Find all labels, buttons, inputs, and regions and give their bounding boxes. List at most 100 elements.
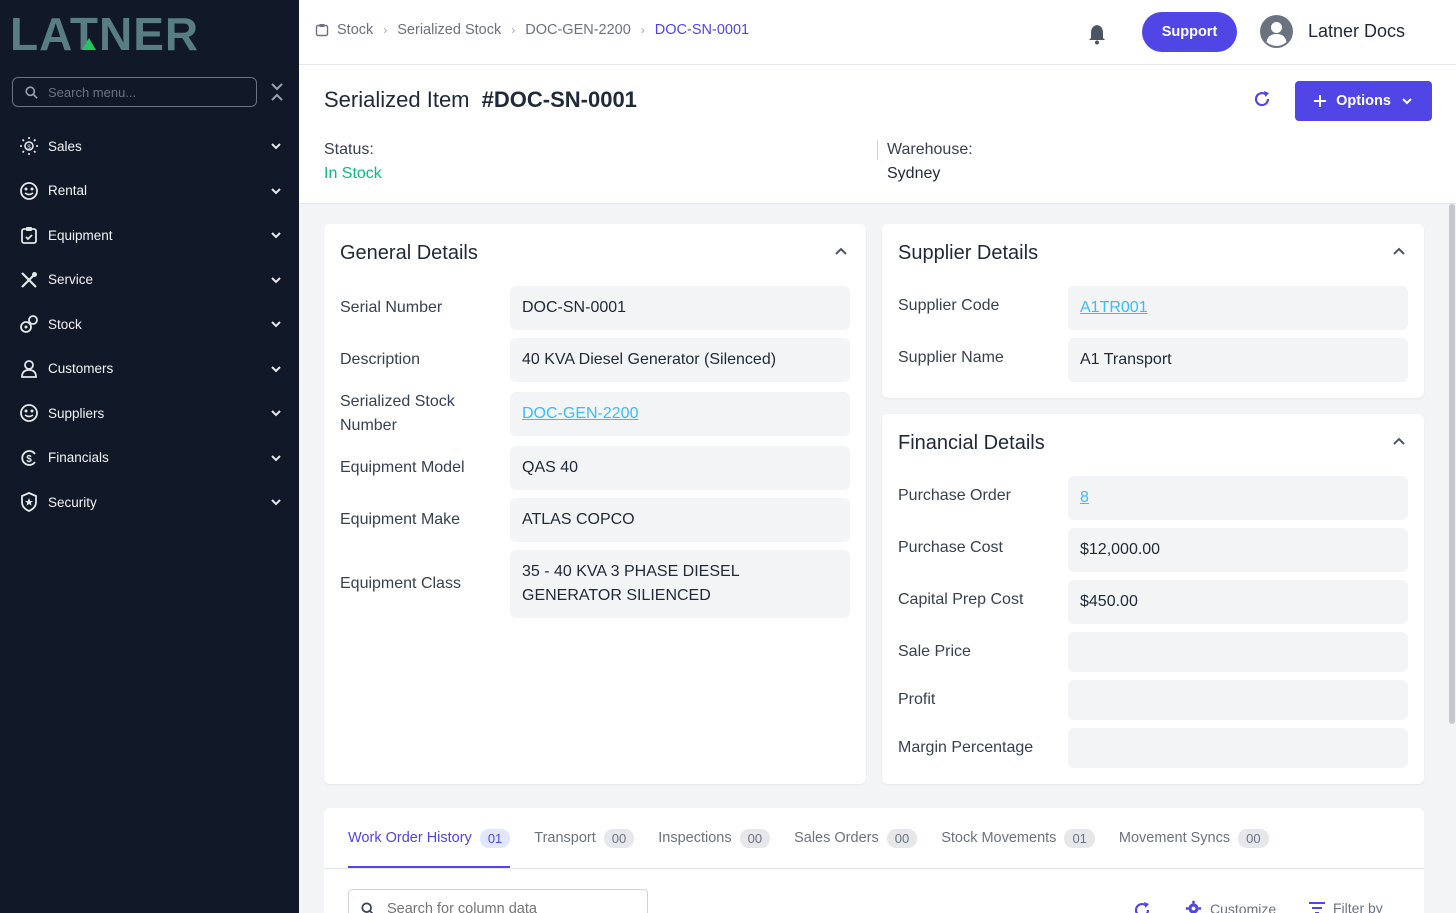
- breadcrumb-stock[interactable]: Stock: [337, 22, 373, 38]
- tab-movement-syncs[interactable]: Movement Syncs 00: [1119, 808, 1269, 868]
- field-label: Purchase Order: [898, 487, 1011, 504]
- capital-prep-cost-value: $450.00: [1068, 580, 1408, 624]
- sidebar-item-equipment[interactable]: Equipment: [0, 213, 299, 258]
- warehouse-block: Warehouse: Sydney: [887, 141, 973, 183]
- user-name[interactable]: Latner Docs: [1308, 21, 1405, 42]
- purchase-order-link[interactable]: 8: [1080, 486, 1089, 510]
- plus-icon: [1314, 95, 1327, 107]
- chevron-down-icon: [1402, 98, 1412, 105]
- refresh-icon[interactable]: [1132, 900, 1152, 913]
- equipment-model-value: QAS 40: [510, 446, 850, 490]
- breadcrumb-stock-item[interactable]: DOC-GEN-2200: [525, 22, 631, 38]
- options-button[interactable]: Options: [1295, 81, 1432, 121]
- sidebar-item-sales[interactable]: $ Sales: [0, 124, 299, 169]
- general-details-card: General Details Serial Number DOC-SN-000…: [324, 224, 866, 784]
- chevron-right-icon: ›: [511, 23, 516, 37]
- sale-price-value: [1068, 632, 1408, 672]
- supplier-name-value: A1 Transport: [1068, 338, 1408, 382]
- menu-search[interactable]: [12, 77, 257, 107]
- tab-transport[interactable]: Transport 00: [534, 808, 635, 868]
- tab-work-order-history[interactable]: Work Order History 01: [348, 808, 511, 868]
- page-title: Serialized Item #DOC-SN-0001: [324, 87, 637, 113]
- collapse-sidebar-icon[interactable]: [268, 82, 286, 102]
- column-search-input[interactable]: [387, 901, 637, 913]
- sidebar-item-label: Service: [48, 272, 94, 288]
- options-label: Options: [1336, 93, 1391, 109]
- field-label: Equipment Make: [340, 511, 461, 528]
- chevron-up-icon[interactable]: [1392, 244, 1406, 258]
- chevron-down-icon: [271, 232, 281, 239]
- bell-icon[interactable]: [1086, 23, 1108, 45]
- chevron-up-icon[interactable]: [834, 244, 848, 258]
- sidebar-item-suppliers[interactable]: Suppliers: [0, 391, 299, 436]
- breadcrumb: Stock › Serialized Stock › DOC-GEN-2200 …: [315, 22, 749, 38]
- field-label: Supplier Code: [898, 297, 1000, 314]
- latner-logo[interactable]: LATNER: [10, 8, 280, 60]
- tab-label: Sales Orders: [794, 830, 879, 846]
- chevron-down-icon: [271, 410, 281, 417]
- tab-inspections[interactable]: Inspections 00: [658, 808, 771, 868]
- chevron-down-icon: [271, 188, 281, 195]
- search-icon: [25, 85, 38, 99]
- column-search[interactable]: [348, 889, 648, 913]
- sidebar-item-stock[interactable]: Stock: [0, 302, 299, 347]
- sidebar-item-financials[interactable]: $ Financials: [0, 436, 299, 481]
- topbar: Stock › Serialized Stock › DOC-GEN-2200 …: [299, 0, 1456, 65]
- card-title: Financial Details: [898, 432, 1045, 454]
- sidebar-item-label: Financials: [48, 450, 109, 466]
- field-label: Purchase Cost: [898, 539, 1003, 556]
- sidebar-item-label: Rental: [48, 183, 88, 199]
- service-icon: [18, 269, 40, 291]
- sidebar-item-security[interactable]: Security: [0, 480, 299, 525]
- sidebar-item-label: Sales: [48, 138, 82, 154]
- card-title: General Details: [340, 242, 478, 264]
- refresh-icon[interactable]: [1252, 89, 1274, 111]
- chevron-down-icon: [271, 366, 281, 373]
- divider: [324, 868, 1424, 869]
- serialized-stock-number-link[interactable]: DOC-GEN-2200: [522, 402, 638, 426]
- tab-label: Transport: [534, 830, 596, 846]
- page-header: Serialized Item #DOC-SN-0001 Options Sta…: [299, 65, 1456, 204]
- margin-percentage-value: [1068, 728, 1408, 768]
- field-label: Equipment Class: [340, 575, 461, 592]
- supplier-details-card: Supplier Details Supplier Code A1TR001 S…: [882, 224, 1424, 398]
- serial-number-value: DOC-SN-0001: [510, 286, 850, 330]
- avatar[interactable]: [1260, 15, 1293, 48]
- chevron-up-icon[interactable]: [1392, 434, 1406, 448]
- chevron-down-icon: [271, 277, 281, 284]
- divider: [877, 140, 878, 160]
- description-value: 40 KVA Diesel Generator (Silenced): [510, 338, 850, 382]
- shield-icon: [18, 491, 40, 513]
- support-button[interactable]: Support: [1142, 12, 1237, 52]
- breadcrumb-serialized-stock[interactable]: Serialized Stock: [397, 22, 501, 38]
- rental-icon: [18, 180, 40, 202]
- serialized-stock-number-box: DOC-GEN-2200: [510, 392, 850, 436]
- customize-button[interactable]: Customize: [1185, 900, 1276, 913]
- field-label: Profit: [898, 691, 936, 708]
- chevron-right-icon: ›: [640, 23, 645, 37]
- count-badge: 01: [1064, 828, 1095, 848]
- chevron-down-icon: [271, 321, 281, 328]
- equipment-class-value: 35 - 40 KVA 3 PHASE DIESEL GENERATOR SIL…: [510, 550, 850, 618]
- supplier-code-link[interactable]: A1TR001: [1080, 296, 1148, 320]
- svg-text:LATNER: LATNER: [10, 12, 199, 54]
- scrollbar-thumb[interactable]: [1449, 204, 1455, 724]
- status-value: In Stock: [324, 165, 382, 182]
- scrollbar[interactable]: [1448, 204, 1456, 724]
- tab-bar: Work Order History 01 Transport 00 Inspe…: [348, 808, 1293, 868]
- sidebar-item-service[interactable]: Service: [0, 258, 299, 303]
- equipment-icon: [18, 224, 40, 246]
- chevron-right-icon: ›: [383, 23, 388, 37]
- count-badge: 00: [886, 828, 918, 848]
- sidebar-item-label: Customers: [48, 361, 114, 377]
- menu-search-input[interactable]: [48, 84, 238, 100]
- tab-sales-orders[interactable]: Sales Orders 00: [794, 808, 918, 868]
- field-label: Description: [340, 351, 421, 368]
- sidebar-nav: $ Sales Rental Equipment Service Stock C…: [0, 124, 299, 525]
- tab-stock-movements[interactable]: Stock Movements 01: [941, 808, 1095, 868]
- filter-button[interactable]: Filter by: [1309, 900, 1383, 913]
- purchase-cost-value: $12,000.00: [1068, 528, 1408, 572]
- sidebar-item-rental[interactable]: Rental: [0, 169, 299, 214]
- tab-label: Inspections: [658, 830, 732, 846]
- sidebar-item-customers[interactable]: Customers: [0, 347, 299, 392]
